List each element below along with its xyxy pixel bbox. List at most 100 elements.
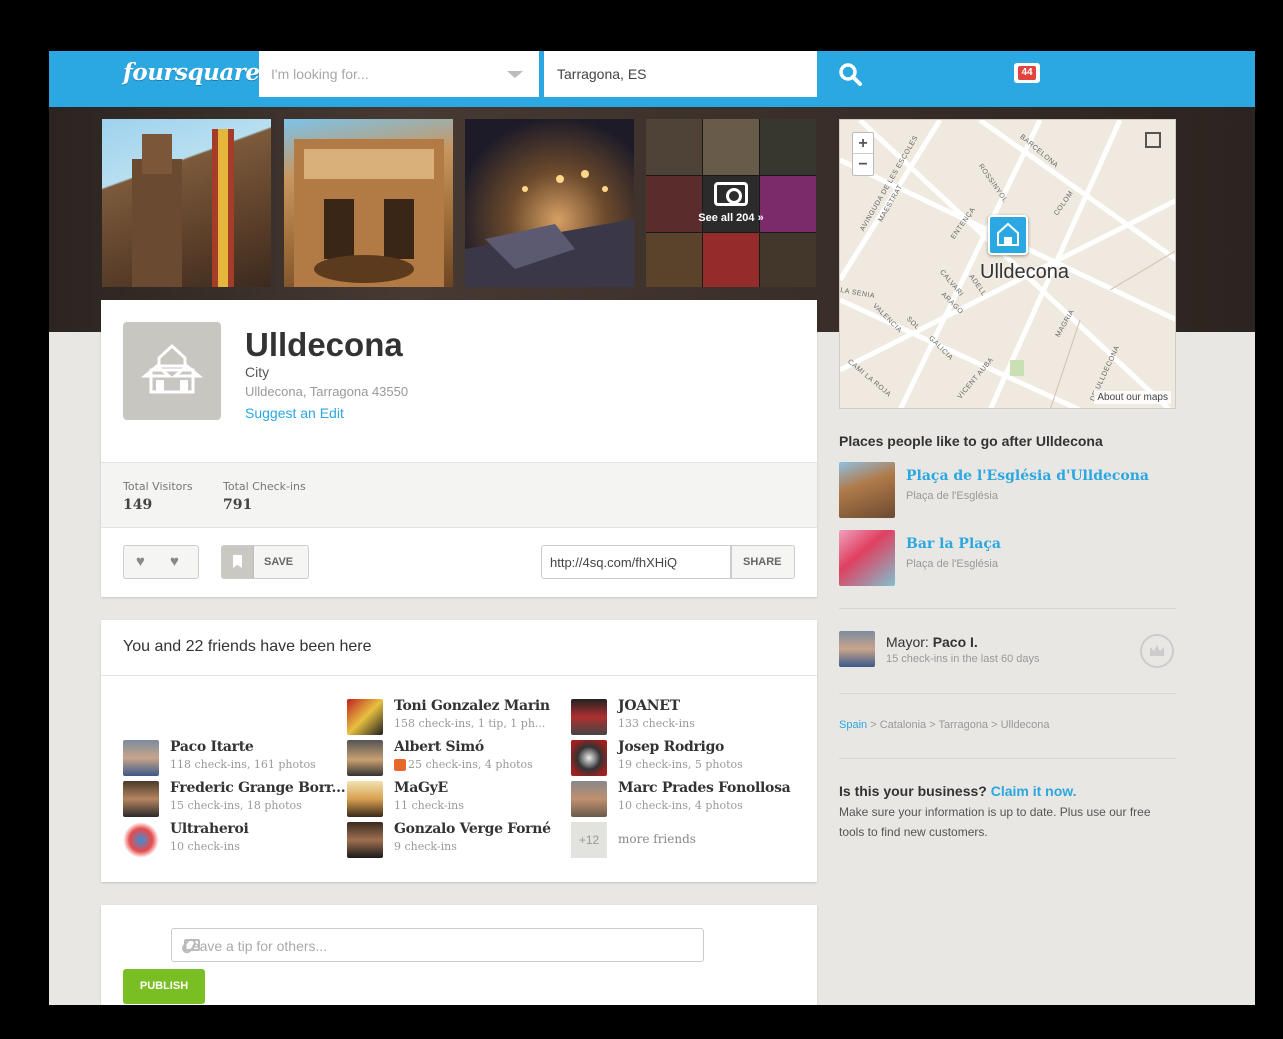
share-url-value: http://4sq.com/fhXHiQ [550, 555, 678, 570]
location-value: Tarragona, ES [557, 66, 647, 82]
friend-stats: 9 check-ins [394, 840, 457, 853]
avatar [571, 699, 607, 735]
friend-name: Frederic Grange Borr... [170, 780, 346, 796]
divider [839, 758, 1176, 759]
breadcrumb-item[interactable]: Catalonia [880, 719, 926, 731]
friend-item[interactable]: MaGyE 11 check-ins [347, 780, 567, 817]
friend-name: Albert Simó [394, 739, 484, 755]
place-thumbnail [839, 530, 895, 586]
divider [839, 608, 1176, 609]
mayor-name[interactable]: Paco I. [933, 634, 978, 650]
publish-button[interactable]: PUBLISH [123, 969, 205, 1004]
divider [839, 693, 1176, 694]
place-name[interactable]: Bar la Plaça [906, 536, 1001, 552]
breadcrumb-item[interactable]: Spain [839, 719, 867, 731]
share-label: SHARE [743, 556, 782, 568]
breadcrumb-item[interactable]: Tarragona [939, 719, 989, 731]
place-address: Plaça de l'Església [906, 558, 998, 570]
search-query-input[interactable]: I'm looking for... [259, 51, 539, 97]
place-item[interactable]: Plaça de l'Església d'Ulldecona Plaça de… [839, 462, 1179, 518]
friend-name: Paco Itarte [170, 739, 254, 755]
venue-photo[interactable] [284, 119, 453, 287]
venue-photo[interactable] [465, 119, 634, 287]
share-button[interactable]: SHARE [731, 545, 795, 579]
tip-placeholder: Leave a tip for others... [184, 938, 328, 954]
city-category-icon [123, 322, 221, 420]
heart-badge-icon [394, 759, 406, 771]
place-name[interactable]: Plaça de l'Església d'Ulldecona [906, 468, 1149, 484]
friend-name: MaGyE [394, 780, 448, 796]
breadcrumb-separator: > [991, 719, 1001, 731]
venue-pin-icon[interactable] [988, 215, 1028, 255]
friend-item[interactable]: JOANET 133 check-ins [571, 698, 791, 735]
friend-item[interactable]: Paco Itarte 118 check-ins, 161 photos [123, 739, 343, 776]
stat-total-visitors: Total Visitors 149 [123, 480, 193, 513]
friend-item[interactable]: Toni Gonzalez Marin 158 check-ins, 1 tip… [347, 698, 567, 735]
mayor-line: Mayor: Paco I. [886, 634, 978, 650]
stat-value: 149 [123, 497, 153, 513]
about-maps-link[interactable]: About our maps [1094, 391, 1171, 404]
friend-item[interactable]: Frederic Grange Borr... 15 check-ins, 18… [123, 780, 346, 817]
stat-label: Total Visitors [123, 480, 193, 493]
browser-content: foursquare I'm looking for... Tarragona,… [49, 51, 1255, 1005]
mayor-section: Mayor: Paco I. 15 check-ins in the last … [839, 631, 1179, 671]
friend-item[interactable]: Marc Prades Fonollosa 10 check-ins, 4 ph… [571, 780, 791, 817]
avatar [571, 740, 607, 776]
business-question: Is this your business? [839, 783, 987, 799]
location-input[interactable]: Tarragona, ES [544, 51, 817, 97]
avatar [347, 699, 383, 735]
friend-item[interactable]: Gonzalo Verge Forné 9 check-ins [347, 821, 567, 858]
stat-label: Total Check-ins [223, 480, 306, 493]
place-item[interactable]: Bar la Plaça Plaça de l'Església [839, 530, 1179, 586]
friend-name: Ultraheroi [170, 821, 249, 837]
expand-map-icon[interactable] [1145, 132, 1161, 148]
chevron-down-icon[interactable] [507, 71, 523, 78]
friend-item[interactable]: Josep Rodrigo 19 check-ins, 5 photos [571, 739, 791, 776]
friend-stats: 10 check-ins [170, 840, 240, 853]
breadcrumb: Spain > Catalonia > Tarragona > Ulldecon… [839, 719, 1050, 731]
see-all-label: See all 204 » [698, 212, 764, 224]
friend-name: Josep Rodrigo [618, 739, 725, 755]
zoom-in-button[interactable]: + [853, 133, 873, 154]
avatar [347, 740, 383, 776]
stat-total-checkins: Total Check-ins 791 [223, 480, 306, 513]
bookmark-icon [222, 546, 254, 578]
save-button[interactable]: SAVE [221, 545, 309, 579]
breadcrumb-separator: > [870, 719, 880, 731]
place-address: Plaça de l'Església [906, 490, 998, 502]
see-all-photos[interactable]: See all 204 » [646, 119, 816, 287]
claim-link[interactable]: Claim it now. [991, 783, 1077, 799]
avatar [347, 822, 383, 858]
mayor-avatar[interactable] [839, 631, 875, 667]
friend-item[interactable]: Albert Simó 25 check-ins, 4 photos [347, 739, 567, 776]
suggest-edit-link[interactable]: Suggest an Edit [245, 405, 344, 421]
place-thumbnail [839, 462, 895, 518]
venue-map[interactable]: BARCELONA ROSSINYOL COLOM ENTENÇA AVINGU… [839, 119, 1176, 409]
heart-icon[interactable]: ♥ [136, 553, 145, 570]
breadcrumb-separator: > [929, 719, 939, 731]
friend-stats: 10 check-ins, 4 photos [618, 799, 743, 812]
notification-count: 44 [1018, 66, 1036, 80]
friend-stats: 118 check-ins, 161 photos [170, 758, 316, 771]
friend-stats: 158 check-ins, 1 tip, 1 ph... [394, 717, 546, 730]
zoom-out-button[interactable]: − [853, 154, 873, 175]
tip-input[interactable]: Leave a tip for others... [171, 928, 704, 962]
venue-photo[interactable] [102, 119, 271, 287]
search-icon[interactable] [837, 61, 865, 89]
friend-name: Gonzalo Verge Forné [394, 821, 551, 837]
more-friends-count: +12 [571, 822, 607, 858]
friend-stats: 25 check-ins, 4 photos [408, 758, 533, 771]
venue-address: Ulldecona, Tarragona 43550 [245, 384, 409, 399]
broken-heart-icon[interactable]: ♥ [170, 553, 179, 570]
friend-item[interactable]: Ultraheroi 10 check-ins [123, 821, 343, 858]
mayor-prefix: Mayor: [886, 634, 929, 650]
foursquare-logo[interactable]: foursquare [123, 59, 260, 86]
map-pin-label: Ulldecona [980, 261, 1069, 283]
avatar [347, 781, 383, 817]
friend-stats: 133 check-ins [618, 717, 695, 730]
more-friends-link[interactable]: +12 more friends [571, 822, 791, 858]
notification-badge[interactable]: 44 [1014, 63, 1040, 83]
tip-card: Leave a tip for others... PUBLISH [101, 905, 817, 1005]
friends-title: You and 22 friends have been here [123, 638, 372, 655]
share-url-field[interactable]: http://4sq.com/fhXHiQ [541, 545, 731, 579]
